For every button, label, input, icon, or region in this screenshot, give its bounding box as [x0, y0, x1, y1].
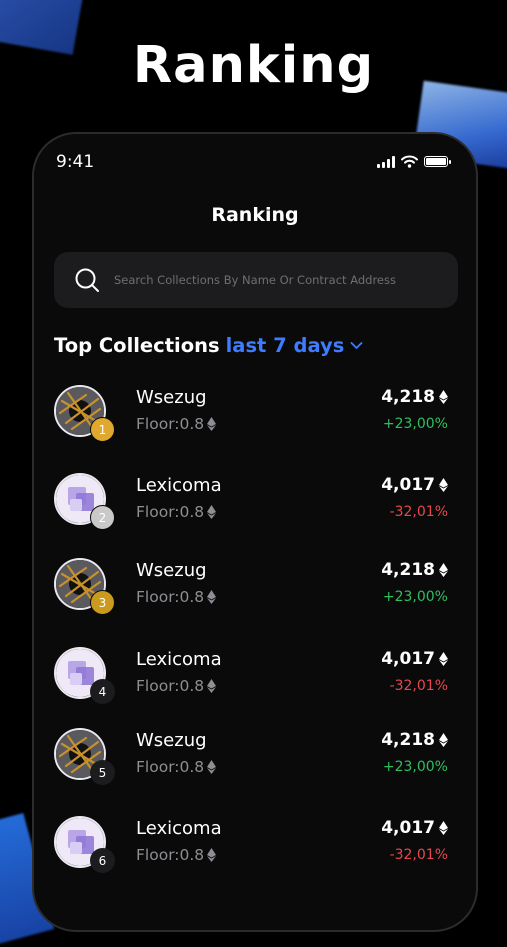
rank-badge: 2 — [90, 505, 115, 530]
collection-row[interactable]: 1 Wsezug Floor:0.8 4,218 +23,00% — [34, 380, 476, 444]
collection-change: +23,00% — [382, 759, 448, 775]
collection-change: +23,00% — [382, 589, 448, 605]
hero-title: Ranking — [132, 36, 375, 95]
rank-badge: 1 — [90, 417, 115, 442]
ethereum-icon — [439, 821, 448, 835]
collection-name[interactable]: Wsezug — [136, 730, 207, 751]
search-input[interactable]: Search Collections By Name Or Contract A… — [114, 273, 396, 287]
volume-value: 4,218 — [381, 560, 435, 580]
ethereum-icon — [207, 417, 217, 431]
ethereum-icon — [439, 563, 448, 577]
battery-icon — [424, 156, 451, 167]
screen-title: Ranking — [211, 204, 299, 226]
volume-value: 4,218 — [381, 730, 435, 750]
rank-badge: 3 — [90, 590, 115, 615]
floor-label: Floor:0.8 — [136, 415, 205, 433]
collection-row[interactable]: 3 Wsezug Floor:0.8 4,218 +23,00% — [34, 553, 476, 617]
collection-floor: Floor:0.8 — [136, 846, 217, 864]
collection-row[interactable]: 5 Wsezug Floor:0.8 4,218 +23,00% — [34, 723, 476, 787]
floor-label: Floor:0.8 — [136, 677, 205, 695]
ethereum-icon — [439, 733, 448, 747]
period-dropdown[interactable]: last 7 days — [226, 334, 364, 357]
signal-icon — [377, 155, 395, 168]
collection-floor: Floor:0.8 — [136, 677, 217, 695]
collection-floor: Floor:0.8 — [136, 758, 217, 776]
collection-volume: 4,017 — [381, 475, 448, 495]
rank-badge: 5 — [90, 760, 115, 785]
collection-row[interactable]: 6 Lexicoma Floor:0.8 4,017 -32,01% — [34, 811, 476, 875]
collection-change: -32,01% — [389, 847, 448, 863]
search-icon — [75, 268, 99, 292]
collection-row[interactable]: 2 Lexicoma Floor:0.8 4,017 -32,01% — [34, 468, 476, 532]
volume-value: 4,017 — [381, 818, 435, 838]
section-title: Top Collections — [54, 334, 220, 357]
collection-row[interactable]: 4 Lexicoma Floor:0.8 4,017 -32,01% — [34, 642, 476, 706]
volume-value: 4,017 — [381, 475, 435, 495]
collection-floor: Floor:0.8 — [136, 588, 217, 606]
collection-change: +23,00% — [382, 416, 448, 432]
collection-volume: 4,218 — [381, 560, 448, 580]
collection-name[interactable]: Lexicoma — [136, 818, 222, 839]
ethereum-icon — [207, 760, 217, 774]
ethereum-icon — [439, 390, 448, 404]
collection-change: -32,01% — [389, 678, 448, 694]
collection-floor: Floor:0.8 — [136, 415, 217, 433]
ethereum-icon — [207, 590, 217, 604]
section-header: Top Collections last 7 days — [54, 334, 363, 357]
wifi-icon — [401, 155, 418, 168]
collection-name[interactable]: Wsezug — [136, 560, 207, 581]
collection-name[interactable]: Wsezug — [136, 387, 207, 408]
volume-value: 4,218 — [381, 387, 435, 407]
collection-name[interactable]: Lexicoma — [136, 475, 222, 496]
collection-floor: Floor:0.8 — [136, 503, 217, 521]
collection-volume: 4,017 — [381, 818, 448, 838]
ethereum-icon — [207, 505, 217, 519]
rank-badge: 6 — [90, 848, 115, 873]
collection-name[interactable]: Lexicoma — [136, 649, 222, 670]
phone-frame: 9:41 Ranking Search Collections By Name … — [32, 132, 478, 932]
ethereum-icon — [207, 848, 217, 862]
rank-badge: 4 — [90, 679, 115, 704]
chevron-down-icon — [350, 342, 363, 349]
volume-value: 4,017 — [381, 649, 435, 669]
floor-label: Floor:0.8 — [136, 503, 205, 521]
status-icons — [377, 155, 451, 168]
ethereum-icon — [207, 679, 217, 693]
ethereum-icon — [439, 478, 448, 492]
search-bar[interactable]: Search Collections By Name Or Contract A… — [54, 252, 458, 308]
collection-volume: 4,017 — [381, 649, 448, 669]
status-bar: 9:41 — [34, 152, 476, 174]
floor-label: Floor:0.8 — [136, 846, 205, 864]
floor-label: Floor:0.8 — [136, 758, 205, 776]
collection-change: -32,01% — [389, 504, 448, 520]
ethereum-icon — [439, 652, 448, 666]
collection-volume: 4,218 — [381, 730, 448, 750]
floor-label: Floor:0.8 — [136, 588, 205, 606]
period-label: last 7 days — [225, 334, 345, 357]
collection-volume: 4,218 — [381, 387, 448, 407]
status-time: 9:41 — [56, 152, 95, 172]
